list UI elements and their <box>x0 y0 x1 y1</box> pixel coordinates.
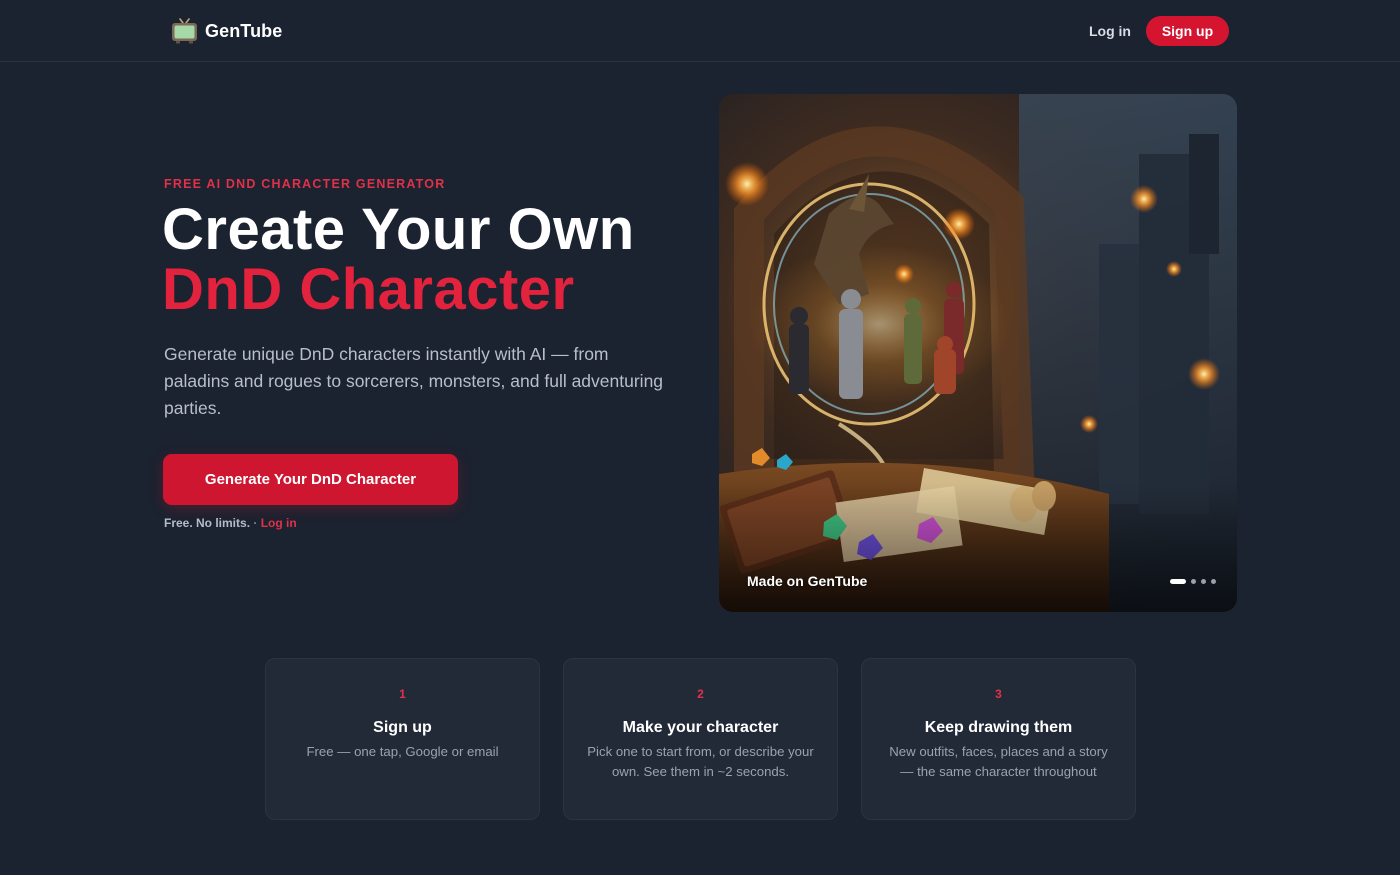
carousel-dot-1[interactable] <box>1170 579 1186 584</box>
step-title: Sign up <box>373 719 432 736</box>
carousel-dot-4[interactable] <box>1211 579 1216 584</box>
top-navbar: GenTube Log in Sign up <box>0 0 1400 62</box>
tv-icon <box>172 18 197 44</box>
step-title: Keep drawing them <box>924 719 1073 736</box>
step-card-2: 2 Make your character Pick one to start … <box>563 658 838 820</box>
brand-name: GenTube <box>205 20 283 41</box>
hero-image-carousel[interactable]: Made on GenTube <box>719 94 1237 612</box>
step-description: Pick one to start from, or describe your… <box>587 744 814 779</box>
step-description: Free — one tap, Google or email <box>306 744 499 759</box>
carousel-dot-2[interactable] <box>1191 579 1196 584</box>
generate-character-button[interactable]: Generate Your DnD Character <box>163 454 458 505</box>
subnote-separator: · <box>253 516 258 530</box>
step-number: 3 <box>995 687 1002 701</box>
hero-fantasy-illustration <box>719 94 1237 612</box>
headline-line-1: Create Your Own <box>162 197 635 262</box>
step-number: 1 <box>399 687 406 701</box>
login-link[interactable]: Log in <box>1084 20 1136 42</box>
subnote-free-text: Free. No limits. <box>164 516 251 530</box>
hero-eyebrow: FREE AI DND CHARACTER GENERATOR <box>164 177 446 191</box>
subnote-login-link[interactable]: Log in <box>261 516 297 530</box>
signup-button[interactable]: Sign up <box>1146 16 1229 46</box>
step-number: 2 <box>697 687 704 701</box>
headline-line-2: DnD Character <box>162 257 575 322</box>
hero-headline: Create Your Own DnD Character <box>162 200 702 320</box>
image-caption: Made on GenTube <box>747 573 868 589</box>
carousel-dot-3[interactable] <box>1201 579 1206 584</box>
hero-subnote: Free. No limits. · Log in <box>164 516 297 530</box>
carousel-dots <box>1170 579 1216 584</box>
step-description: New outfits, faces, places and a story —… <box>889 744 1108 779</box>
step-card-3: 3 Keep drawing them New outfits, faces, … <box>861 658 1136 820</box>
step-title: Make your character <box>622 719 779 736</box>
hero-description: Generate unique DnD characters instantly… <box>164 344 664 418</box>
brand-link[interactable]: GenTube <box>171 18 282 44</box>
step-card-1: 1 Sign up Free — one tap, Google or emai… <box>265 658 540 820</box>
